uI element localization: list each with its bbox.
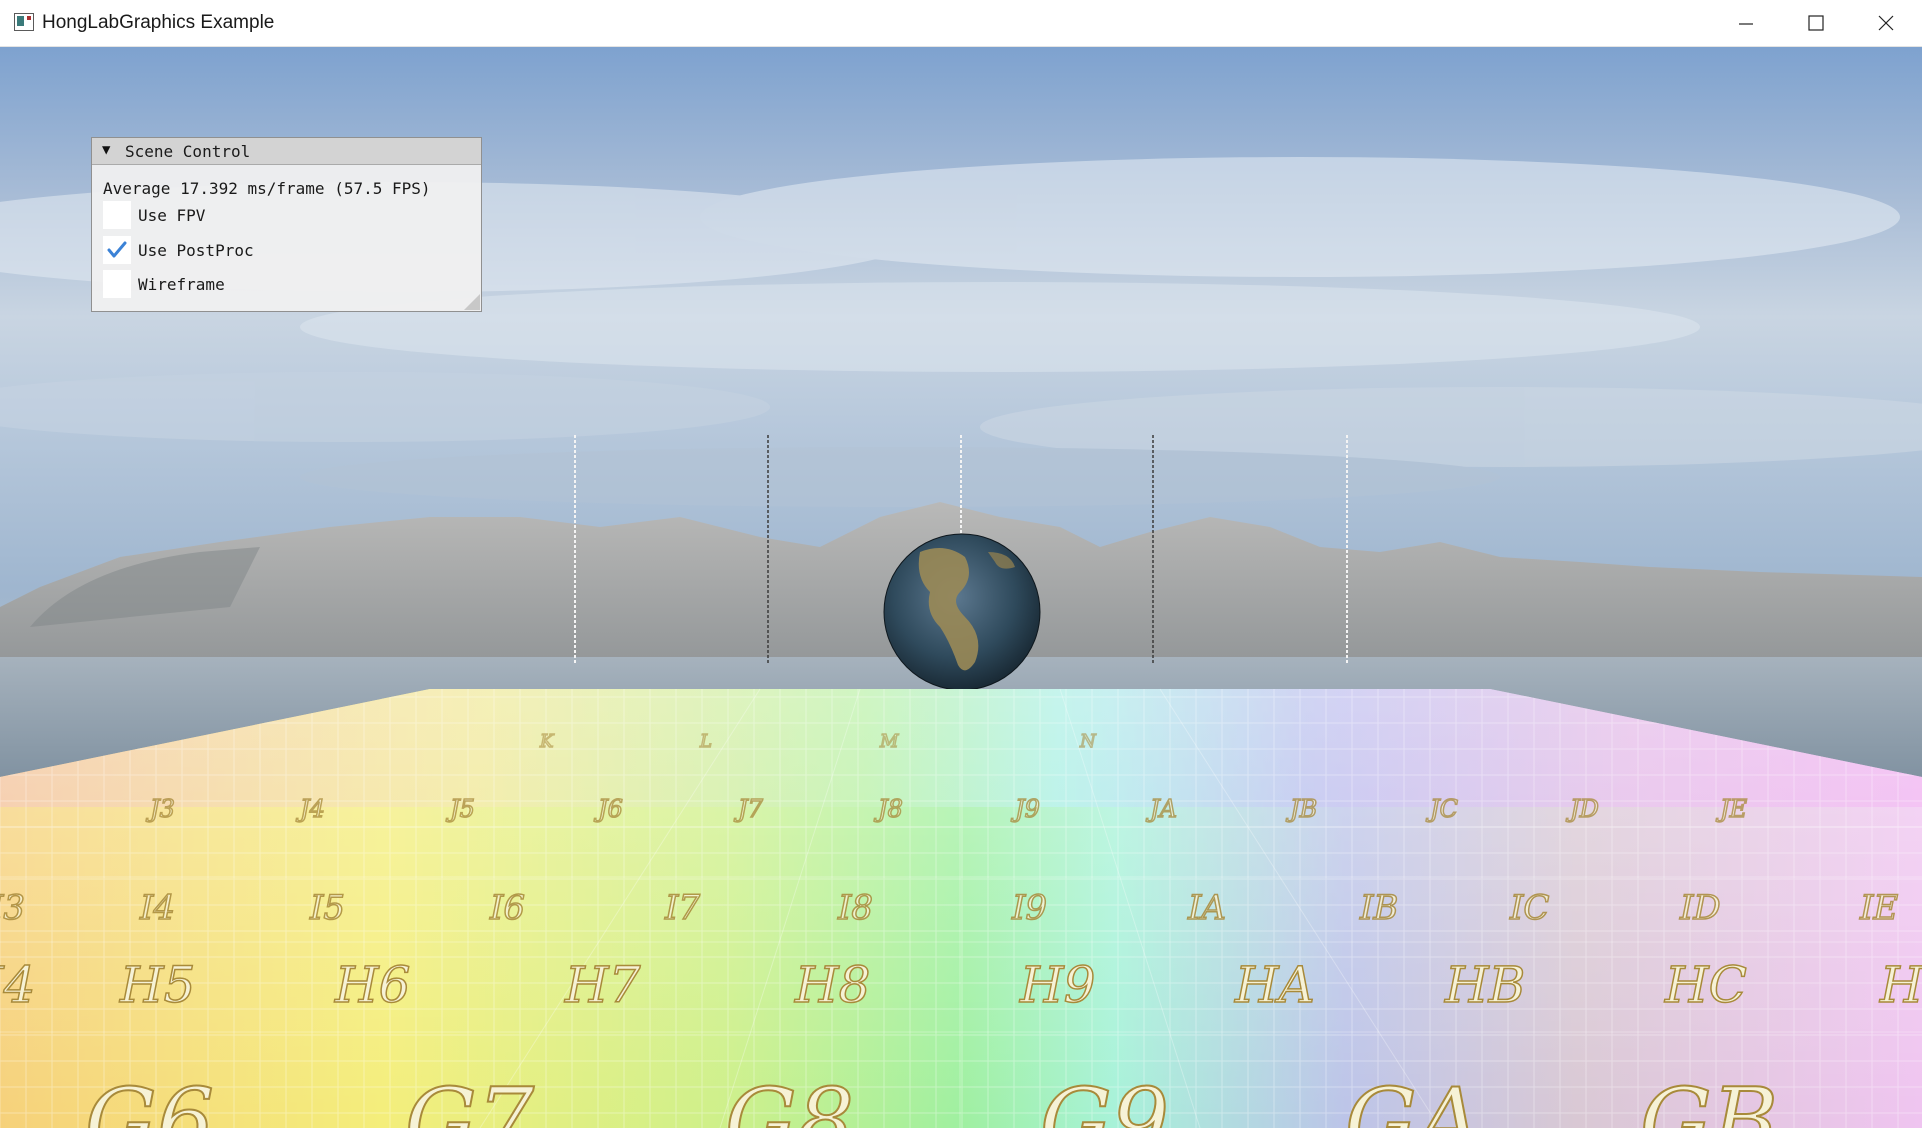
checkbox-box[interactable] — [103, 201, 131, 229]
floor-label: J6 — [593, 795, 623, 823]
window-titlebar[interactable]: HongLabGraphics Example — [0, 0, 1922, 47]
floor-label: I7 — [664, 888, 700, 928]
floor-label: J7 — [733, 795, 764, 823]
window-title: HongLabGraphics Example — [42, 12, 275, 33]
earth-globe — [883, 533, 1041, 691]
maximize-button[interactable] — [1782, 0, 1852, 47]
minimize-icon — [1739, 23, 1753, 25]
wireframe-checkbox[interactable]: Wireframe — [103, 270, 403, 298]
close-icon — [1878, 15, 1894, 31]
panel-header[interactable]: ▼ Scene Control — [92, 138, 481, 165]
close-button[interactable] — [1852, 0, 1922, 47]
checkbox-box[interactable] — [103, 270, 131, 298]
floor-label: H8 — [794, 956, 870, 1014]
floor-label: J8 — [873, 795, 903, 823]
checkbox-label: Use FPV — [138, 206, 206, 225]
floor-label: I4 — [139, 888, 175, 928]
checkmark-icon — [107, 241, 127, 258]
floor-label: IE — [1859, 888, 1898, 928]
floor-label: JB — [1285, 795, 1317, 823]
floor-label: H9 — [1019, 956, 1095, 1014]
floor-label: G8 — [725, 1069, 854, 1128]
floor-label: ID — [1679, 888, 1721, 928]
floor-label: I6 — [489, 888, 525, 928]
use-postproc-checkbox[interactable]: Use PostProc — [103, 236, 403, 264]
render-viewport[interactable]: K L M N J3 J4 J5 J6 J7 J8 J9 JA JB JC JD… — [0, 47, 1922, 1128]
floor-label: G7 — [405, 1069, 535, 1128]
floor-label: I5 — [309, 888, 345, 928]
scene-control-panel[interactable]: ▼ Scene Control Average 17.392 ms/frame … — [91, 137, 482, 312]
floor-label: I9 — [1011, 888, 1047, 928]
floor-label: G9 — [1040, 1069, 1169, 1128]
floor-plane — [0, 688, 1922, 1128]
floor-label: JC — [1425, 795, 1458, 823]
floor-label: HD — [1879, 956, 1922, 1014]
floor-label: HC — [1664, 956, 1747, 1014]
checkbox-box[interactable] — [103, 236, 131, 264]
floor-label: J5 — [445, 795, 475, 823]
floor-label: H6 — [334, 956, 410, 1014]
resize-grip[interactable] — [464, 294, 480, 310]
triangle-down-icon[interactable]: ▼ — [102, 142, 110, 158]
floor-label: HA — [1234, 956, 1315, 1014]
floor-label: I3 — [0, 888, 25, 928]
maximize-icon — [1808, 15, 1824, 31]
floor-label: H5 — [119, 956, 195, 1014]
floor-label: M — [879, 731, 899, 752]
minimize-button[interactable] — [1712, 0, 1782, 47]
floor-label: H7 — [564, 956, 641, 1014]
checkbox-label: Wireframe — [138, 275, 225, 294]
floor-label: GB — [1640, 1069, 1778, 1128]
floor-label: HB — [1444, 956, 1525, 1014]
floor-label: IA — [1187, 888, 1226, 928]
floor-label: H4 — [0, 956, 35, 1014]
fps-readout: Average 17.392 ms/frame (57.5 FPS) — [103, 179, 431, 198]
floor-label: JE — [1715, 795, 1748, 823]
floor-label: N — [1079, 731, 1097, 752]
use-fpv-checkbox[interactable]: Use FPV — [103, 201, 403, 229]
floor-label: JD — [1565, 795, 1599, 823]
panel-title: Scene Control — [125, 142, 251, 161]
floor-label: IB — [1359, 888, 1398, 928]
app-icon — [14, 13, 34, 31]
floor-label: J3 — [145, 795, 175, 823]
floor-label: G6 — [85, 1069, 214, 1128]
floor-label: JA — [1145, 795, 1177, 823]
floor-label: K — [539, 731, 555, 752]
floor-label: IC — [1509, 888, 1549, 928]
floor-label: L — [699, 731, 712, 752]
floor-label: J9 — [1010, 795, 1040, 823]
checkbox-label: Use PostProc — [138, 241, 254, 260]
floor-label: J4 — [295, 795, 325, 823]
floor-label: GA — [1345, 1069, 1482, 1128]
floor-label: I8 — [837, 888, 873, 928]
